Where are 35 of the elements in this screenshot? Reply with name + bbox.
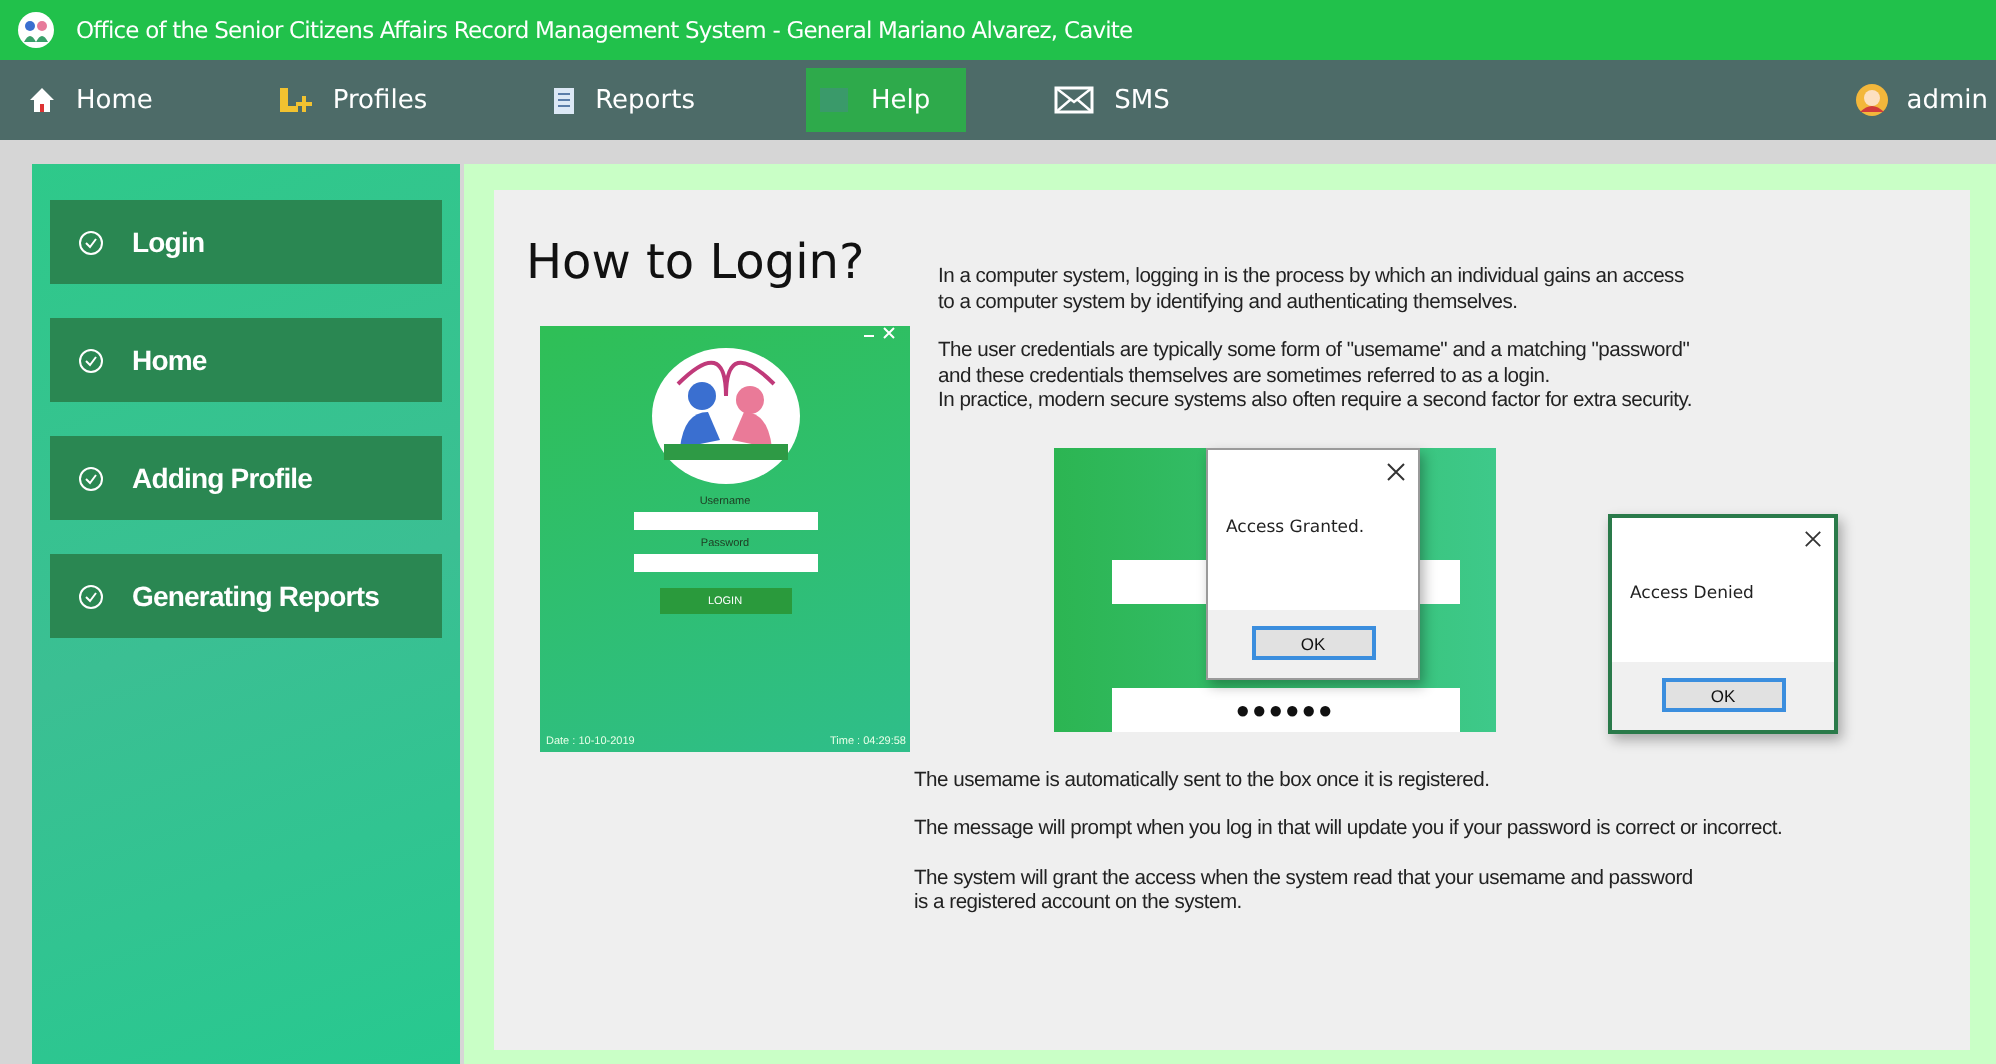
close-icon[interactable] <box>1386 461 1406 481</box>
help-note: The message will prompt when you log in that will update you if your password is correct or incorrect. <box>914 818 1785 843</box>
user-avatar-icon[interactable] <box>1854 82 1891 118</box>
sidebar-item[interactable]: Adding Profile <box>50 436 442 520</box>
password-field: ●●●●●● <box>1111 687 1459 731</box>
check-circle-icon <box>78 229 104 255</box>
check-circle-icon <box>78 583 104 609</box>
check-circle-icon <box>78 465 104 491</box>
nav-tab[interactable]: Reports <box>539 68 731 132</box>
nav-tab[interactable]: Home <box>16 68 189 132</box>
ok-button[interactable]: OK <box>1661 678 1785 712</box>
home-icon <box>28 86 56 114</box>
sidebar-item[interactable]: Generating Reports <box>50 554 442 638</box>
ok-button[interactable]: OK <box>1251 626 1375 660</box>
logo-icon <box>16 10 56 50</box>
window-controls-icon <box>862 326 898 340</box>
sidebar-item[interactable]: Login <box>50 200 442 284</box>
page-heading: How to Login? <box>526 234 865 290</box>
user-name: admin <box>1906 85 1988 115</box>
close-icon[interactable] <box>1804 529 1822 547</box>
dialog-message: Access Granted. <box>1224 517 1367 537</box>
nav-tab[interactable]: SMS <box>1042 68 1206 132</box>
sidebar-item[interactable]: Home <box>50 318 442 402</box>
add-user-icon <box>276 86 313 114</box>
help-note: The system will grant the access when the system read that your usemame and password is a registered account on the system. <box>914 867 1695 917</box>
nav-tab[interactable]: Profiles <box>264 68 464 132</box>
check-circle-icon <box>78 347 104 373</box>
envelope-icon <box>1054 86 1095 114</box>
nav-tab[interactable]: Help <box>806 68 967 132</box>
document-icon <box>551 85 576 115</box>
help-paragraph: In a computer system, logging in is the process by which an individual gains an access to a computer system by identifying and authenticating themselves. <box>938 266 1686 316</box>
dialog-message: Access Denied <box>1628 583 1756 603</box>
help-paragraph: The user credentials are typically some form of "usemame" and a matching "password" and these credentials themselves are sometimes referred to as a login. In practice, modern secure systems also often require a second factor for extra security. <box>938 340 1695 415</box>
window-title: Office of the Senior Citizens Affairs Record Management System - General Mariano Alvarez, Cavite <box>76 16 1133 44</box>
help-note: The usemame is automatically sent to the box once it is registered. <box>914 769 1492 794</box>
